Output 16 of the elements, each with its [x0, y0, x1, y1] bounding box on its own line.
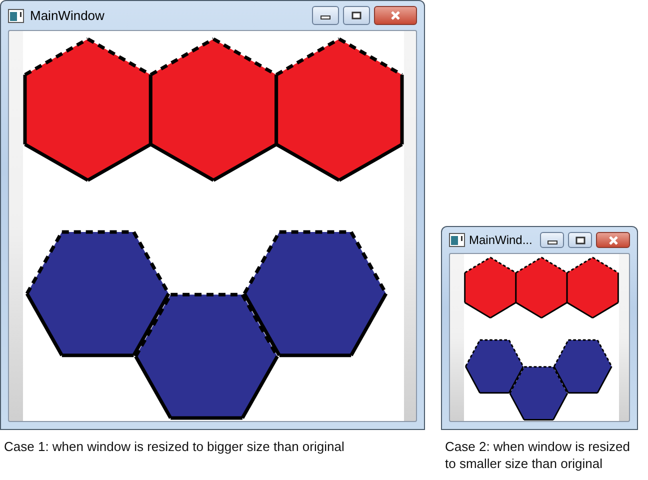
- maximize-button[interactable]: [343, 6, 370, 25]
- minimize-button[interactable]: [312, 6, 339, 25]
- maximize-button[interactable]: [568, 232, 592, 248]
- app-icon: [449, 233, 465, 247]
- close-icon: [390, 11, 401, 20]
- maximize-icon: [351, 11, 362, 20]
- window-title: MainWind...: [469, 232, 534, 249]
- app-icon: [8, 8, 24, 22]
- maximize-icon: [574, 236, 586, 244]
- caption: Case 2: when window is resized to smaller size than original: [444, 438, 631, 472]
- minimize-button[interactable]: [540, 232, 564, 248]
- caption: Case 1: when window is resized to bigger size than original: [3, 438, 346, 455]
- close-icon: [608, 236, 618, 244]
- close-button[interactable]: [596, 232, 630, 248]
- close-button[interactable]: [374, 6, 417, 25]
- window-title: MainWindow: [30, 6, 106, 25]
